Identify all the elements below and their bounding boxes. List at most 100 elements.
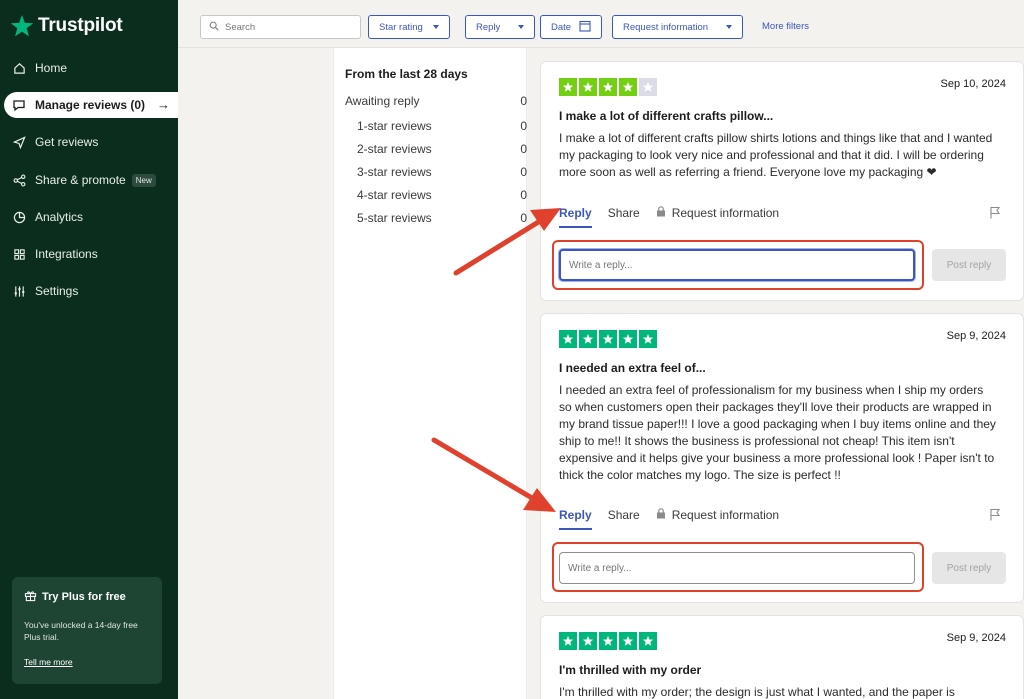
gift-icon: [24, 589, 37, 605]
trustpilot-star-icon: [10, 15, 34, 37]
stat-value: 0: [520, 119, 527, 133]
post-reply-button[interactable]: Post reply: [932, 249, 1006, 281]
star-icon: [579, 78, 597, 96]
five-star-row[interactable]: 5-star reviews 0: [357, 211, 527, 225]
star-rating-label: Star rating: [379, 21, 423, 33]
chat-bubble-icon: [12, 98, 26, 112]
reply-highlight-box: [552, 240, 924, 290]
review-date: Sep 9, 2024: [946, 330, 1006, 342]
tab-share[interactable]: Share: [608, 508, 640, 522]
tab-request-information[interactable]: Request information: [656, 206, 779, 220]
share-icon: [12, 173, 26, 187]
flag-icon[interactable]: [989, 508, 1001, 526]
stat-value: 0: [520, 142, 527, 156]
flag-icon[interactable]: [989, 206, 1001, 224]
star-icon: [639, 78, 657, 96]
star-icon: [579, 632, 597, 650]
stat-value: 0: [520, 211, 527, 225]
review-date: Sep 10, 2024: [940, 78, 1006, 90]
three-star-row[interactable]: 3-star reviews 0: [357, 165, 527, 179]
arrow-right-icon: →: [157, 97, 170, 112]
stat-label: 1-star reviews: [357, 119, 432, 133]
star-icon: [619, 330, 637, 348]
sidebar-item-analytics[interactable]: Analytics: [0, 204, 178, 230]
sidebar-item-integrations[interactable]: Integrations: [0, 241, 178, 267]
grid-icon: [12, 247, 26, 261]
star-icon: [619, 632, 637, 650]
star-rating: [559, 330, 657, 348]
tab-reply[interactable]: Reply: [559, 206, 592, 228]
reply-filter-label: Reply: [476, 21, 501, 33]
star-icon: [559, 330, 577, 348]
review-title: I make a lot of different crafts pillow.…: [559, 109, 774, 123]
tell-me-more-link[interactable]: Tell me more: [24, 657, 150, 667]
sidebar-item-label: Settings: [35, 284, 79, 298]
review-body: I needed an extra feel of professionalis…: [559, 383, 996, 482]
reply-filter[interactable]: Reply: [465, 15, 536, 39]
sidebar-item-share-promote[interactable]: Share & promote New: [0, 167, 178, 193]
search-icon: [209, 21, 219, 34]
two-star-row[interactable]: 2-star reviews 0: [357, 142, 527, 156]
star-icon: [599, 330, 617, 348]
review-actions: Reply Share Request information: [559, 206, 779, 228]
review-title: I needed an extra feel of...: [559, 361, 706, 375]
reply-highlight-box: [552, 542, 924, 592]
star-rating: [559, 78, 657, 96]
more-filters-link[interactable]: More filters: [762, 21, 809, 32]
search-box[interactable]: Search: [200, 15, 361, 39]
awaiting-reply-row[interactable]: Awaiting reply 0: [345, 94, 527, 108]
chevron-down-icon: [432, 25, 439, 29]
tab-request-information[interactable]: Request information: [656, 508, 779, 522]
sidebar-item-label: Manage reviews (0): [35, 98, 146, 112]
sidebar-item-label: Share & promote: [35, 173, 126, 187]
request-information-label: Request information: [671, 508, 780, 522]
stat-value: 0: [520, 94, 527, 108]
post-reply-button[interactable]: Post reply: [932, 552, 1006, 584]
sidebar-item-label: Analytics: [35, 210, 84, 224]
stats-title: From the last 28 days: [345, 67, 468, 81]
plus-trial-promo: Try Plus for free You've unlocked a 14-d…: [12, 577, 162, 684]
sidebar-item-home[interactable]: Home: [0, 55, 178, 81]
send-icon: [12, 135, 26, 149]
sidebar-item-label: Get reviews: [35, 135, 99, 149]
stat-label: 5-star reviews: [357, 211, 432, 225]
stat-label: 3-star reviews: [357, 165, 432, 179]
stat-value: 0: [520, 165, 527, 179]
tab-reply[interactable]: Reply: [559, 508, 592, 530]
star-icon: [599, 78, 617, 96]
sidebar-item-get-reviews[interactable]: Get reviews: [0, 129, 178, 155]
stat-value: 0: [520, 188, 527, 202]
request-information-label: Request information: [671, 206, 780, 220]
lock-icon: [656, 508, 666, 522]
sidebar-item-settings[interactable]: Settings: [0, 278, 178, 304]
lock-icon: [656, 206, 666, 220]
trustpilot-logo[interactable]: Trustpilot: [10, 14, 123, 38]
sidebar-item-label: Integrations: [35, 247, 98, 261]
sidebar-item-manage-reviews[interactable]: Manage reviews (0) →: [4, 92, 178, 118]
sidebar-item-label: Home: [35, 61, 68, 75]
four-star-row[interactable]: 4-star reviews 0: [357, 188, 527, 202]
review-body: I'm thrilled with my order; the design i…: [559, 685, 955, 699]
review-actions: Reply Share Request information: [559, 508, 779, 530]
sidebar: Trustpilot Home Manage reviews (0) → Get…: [0, 0, 178, 699]
star-icon: [639, 330, 657, 348]
star-rating-filter[interactable]: Star rating: [368, 15, 450, 39]
home-icon: [12, 61, 26, 75]
date-filter-label: Date: [551, 21, 572, 33]
search-input[interactable]: Search: [225, 22, 255, 33]
pie-chart-icon: [12, 210, 26, 224]
star-icon: [559, 78, 577, 96]
date-filter[interactable]: Date: [540, 15, 603, 39]
tab-share[interactable]: Share: [608, 206, 640, 220]
sliders-icon: [12, 284, 26, 298]
chevron-down-icon: [518, 25, 525, 29]
star-icon: [599, 632, 617, 650]
star-icon: [559, 632, 577, 650]
review-body: I make a lot of different crafts pillow …: [559, 131, 993, 179]
one-star-row[interactable]: 1-star reviews 0: [357, 119, 527, 133]
review-card: Sep 9, 2024 I'm thrilled with my order I…: [540, 615, 1024, 699]
request-information-label: Request information: [623, 21, 709, 33]
request-information-filter[interactable]: Request information: [612, 15, 744, 39]
promo-title: Try Plus for free: [42, 591, 126, 603]
review-date: Sep 9, 2024: [946, 632, 1006, 644]
